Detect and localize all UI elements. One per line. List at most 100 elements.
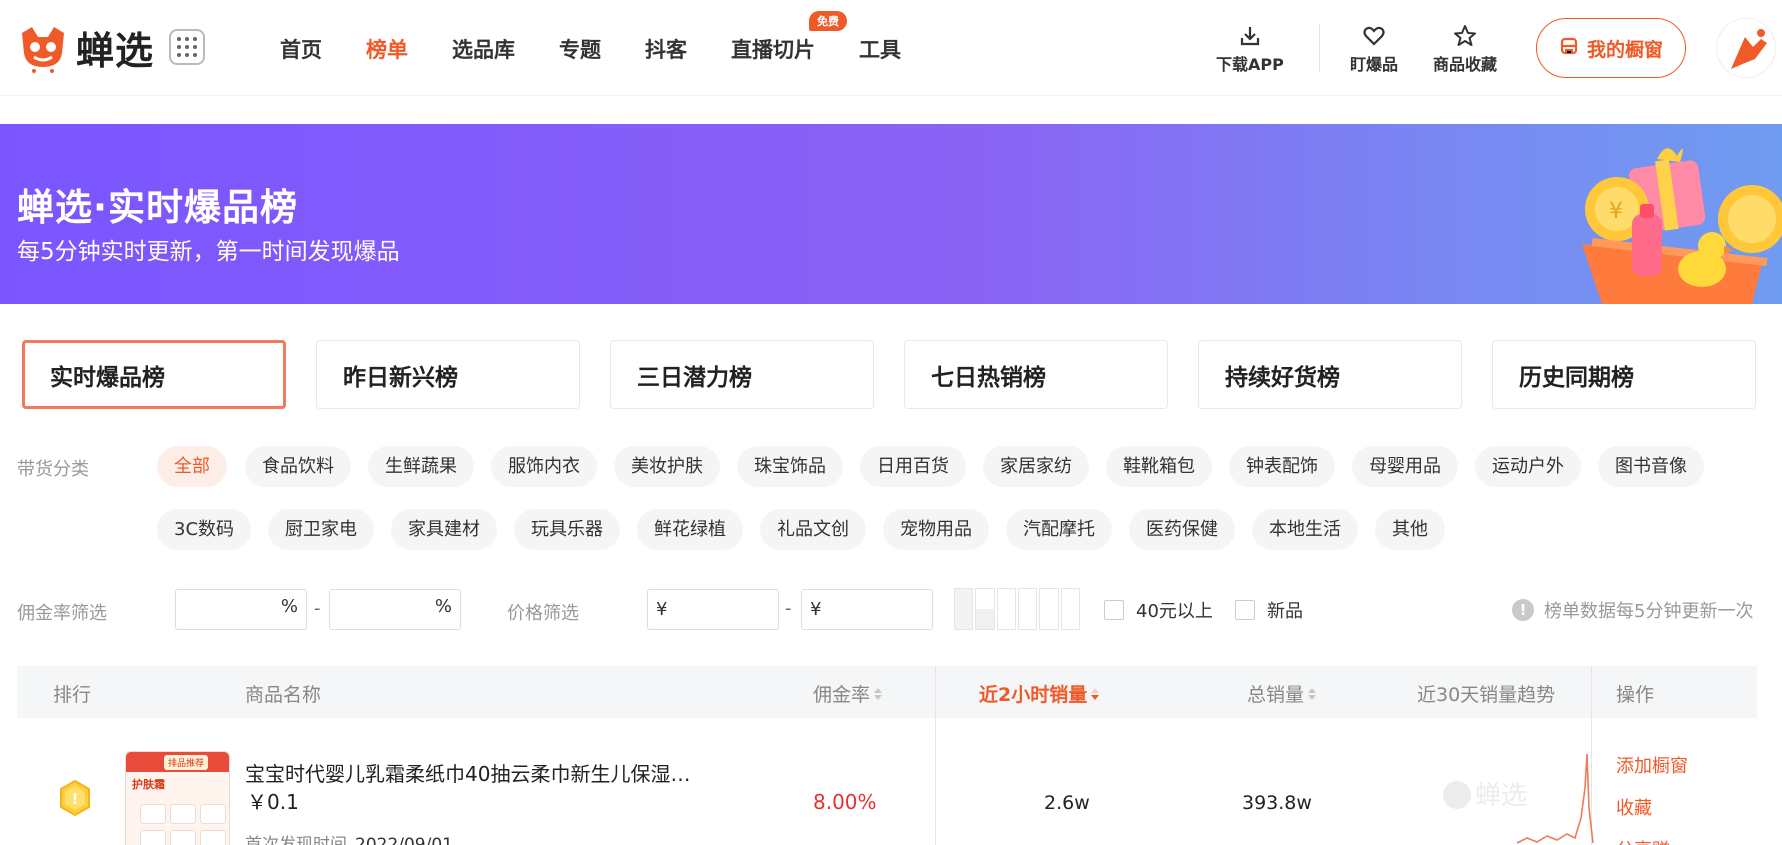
- category-chip[interactable]: 宠物用品: [883, 509, 989, 550]
- percent-suffix: %: [434, 596, 452, 617]
- category-chip[interactable]: 家具建材: [391, 509, 497, 550]
- category-chip[interactable]: 本地生活: [1252, 509, 1358, 550]
- price-max-input[interactable]: ¥: [801, 589, 933, 630]
- my-window-button[interactable]: 我的橱窗: [1536, 18, 1686, 78]
- category-chip[interactable]: 生鲜蔬果: [368, 446, 474, 487]
- category-chip[interactable]: 美妆护肤: [614, 446, 720, 487]
- over-40-label: 40元以上: [1136, 601, 1213, 622]
- tab-yesterday-rising[interactable]: 昨日新兴榜: [316, 340, 580, 409]
- product-image[interactable]: 排品推荐 护肤霜: [125, 751, 230, 845]
- category-chip[interactable]: 图书音像: [1598, 446, 1704, 487]
- col-commission[interactable]: 佣金率: [813, 680, 883, 707]
- sales-trend-sparkline[interactable]: 蝉选: [1437, 748, 1603, 845]
- col-rank: 排行: [53, 684, 92, 706]
- range-dash: -: [785, 598, 792, 619]
- avatar[interactable]: [1716, 18, 1776, 78]
- range-dash: -: [314, 598, 321, 619]
- checkbox-box[interactable]: [1235, 600, 1255, 620]
- row-actions: 添加橱窗 收藏 分享赚: [1616, 752, 1688, 845]
- update-notice: ! 榜单数据每5分钟更新一次: [1512, 597, 1753, 623]
- category-chip[interactable]: 医药保健: [1129, 509, 1235, 550]
- nav-topics[interactable]: 专题: [559, 34, 601, 64]
- tab-history-same-period[interactable]: 历史同期榜: [1492, 340, 1756, 409]
- category-chip[interactable]: 其他: [1375, 509, 1445, 550]
- watch-hot-button[interactable]: 盯爆品: [1350, 24, 1398, 75]
- checkbox-box[interactable]: [1104, 600, 1124, 620]
- favorite-link[interactable]: 收藏: [1616, 794, 1688, 820]
- product-image-tag: 排品推荐: [164, 755, 209, 770]
- category-chip[interactable]: 汽配摩托: [1006, 509, 1112, 550]
- svg-text:蝉选: 蝉选: [1475, 781, 1527, 811]
- top-header: 蝉选 首页 榜单 选品库 专题 抖客 直播切片 免费 工具 下载APP 盯爆品 …: [0, 0, 1782, 96]
- new-product-label: 新品: [1267, 601, 1303, 622]
- yuan-prefix: ¥: [810, 599, 822, 620]
- commission-filter-label: 佣金率筛选: [17, 603, 107, 624]
- category-chip-all[interactable]: 全部: [157, 446, 227, 487]
- col-total-sales[interactable]: 总销量: [1247, 680, 1317, 707]
- star-icon: [1433, 24, 1497, 48]
- product-name[interactable]: 宝宝时代婴儿乳霜柔纸巾40抽云柔巾新生儿保湿…: [245, 758, 690, 787]
- table-header: 排行 商品名称 佣金率 近2小时销量 总销量 近30天销量趋势 操作: [17, 666, 1757, 718]
- category-chip[interactable]: 日用百货: [860, 446, 966, 487]
- nav-rankings[interactable]: 榜单: [366, 34, 408, 64]
- category-chip[interactable]: 母婴用品: [1352, 446, 1458, 487]
- category-chip[interactable]: 厨卫家电: [268, 509, 374, 550]
- sort-arrows-icon: [1091, 687, 1100, 700]
- tab-seven-day-bestseller[interactable]: 七日热销榜: [904, 340, 1168, 409]
- apps-grid-icon[interactable]: [169, 29, 205, 65]
- main-nav: 首页 榜单 选品库 专题 抖客 直播切片 免费 工具: [280, 11, 945, 64]
- category-chip[interactable]: 珠宝饰品: [737, 446, 843, 487]
- add-to-window-link[interactable]: 添加橱窗: [1616, 752, 1688, 778]
- category-chip[interactable]: 玩具乐器: [514, 509, 620, 550]
- nav-product-library[interactable]: 选品库: [452, 34, 515, 64]
- col-ops: 操作: [1616, 684, 1655, 706]
- info-icon: !: [1512, 599, 1534, 621]
- cicada-logo-icon: [18, 23, 68, 73]
- category-chip[interactable]: 鲜花绿植: [637, 509, 743, 550]
- logo[interactable]: 蝉选: [18, 20, 154, 75]
- heart-icon: [1350, 24, 1398, 48]
- commission-min-input[interactable]: %: [175, 589, 307, 630]
- watermark-logo-icon: 蝉选: [1443, 781, 1527, 811]
- col-name: 商品名称: [245, 684, 322, 706]
- free-badge: 免费: [809, 11, 847, 31]
- nav-live-clips[interactable]: 直播切片 免费: [731, 11, 847, 64]
- product-favorites-button[interactable]: 商品收藏: [1433, 24, 1497, 75]
- nav-douke[interactable]: 抖客: [645, 34, 687, 64]
- col-sales-2h[interactable]: 近2小时销量: [979, 680, 1100, 707]
- gold-medal-icon: !: [59, 779, 91, 817]
- logo-text: 蝉选: [76, 29, 155, 73]
- over-40-checkbox[interactable]: 40元以上: [1104, 597, 1213, 623]
- category-chip[interactable]: 运动户外: [1475, 446, 1581, 487]
- yuan-prefix: ¥: [656, 599, 668, 620]
- tab-three-day-potential[interactable]: 三日潜力榜: [610, 340, 874, 409]
- category-chip[interactable]: 钟表配饰: [1229, 446, 1335, 487]
- share-earn-link[interactable]: 分享赚: [1616, 836, 1688, 845]
- category-chip[interactable]: 鞋靴箱包: [1106, 446, 1212, 487]
- category-chip[interactable]: 3C数码: [157, 509, 252, 550]
- price-range-histogram[interactable]: [954, 588, 1080, 630]
- hero-banner: 蝉选·实时爆品榜 每5分钟实时更新，第一时间发现爆品 ¥: [0, 124, 1782, 304]
- category-chip[interactable]: 礼品文创: [760, 509, 866, 550]
- svg-text:!: !: [72, 790, 79, 808]
- category-label: 带货分类: [17, 459, 89, 480]
- table-row[interactable]: ! 排品推荐 护肤霜 宝宝时代婴儿乳霜柔纸巾40抽云柔巾新生儿保湿… ￥0.1 …: [17, 718, 1757, 845]
- price-filter-label: 价格筛选: [507, 603, 579, 624]
- category-chip[interactable]: 家居家纺: [983, 446, 1089, 487]
- download-icon: [1216, 24, 1284, 48]
- product-favorites-label: 商品收藏: [1433, 55, 1498, 74]
- category-chip[interactable]: 食品饮料: [245, 446, 351, 487]
- svg-text:¥: ¥: [1609, 199, 1623, 224]
- nav-tools[interactable]: 工具: [859, 34, 901, 64]
- tab-realtime-hot[interactable]: 实时爆品榜: [22, 340, 286, 409]
- download-app-button[interactable]: 下载APP: [1216, 24, 1284, 75]
- nav-home[interactable]: 首页: [280, 34, 322, 64]
- tab-consistent-good[interactable]: 持续好货榜: [1198, 340, 1462, 409]
- my-window-label: 我的橱窗: [1586, 38, 1663, 61]
- price-min-input[interactable]: ¥: [647, 589, 779, 630]
- commission-max-input[interactable]: %: [329, 589, 461, 630]
- product-image-text: 护肤霜: [132, 778, 165, 791]
- new-product-checkbox[interactable]: 新品: [1235, 597, 1303, 623]
- category-chip[interactable]: 服饰内衣: [491, 446, 597, 487]
- banner-title: 蝉选·实时爆品榜: [17, 186, 299, 229]
